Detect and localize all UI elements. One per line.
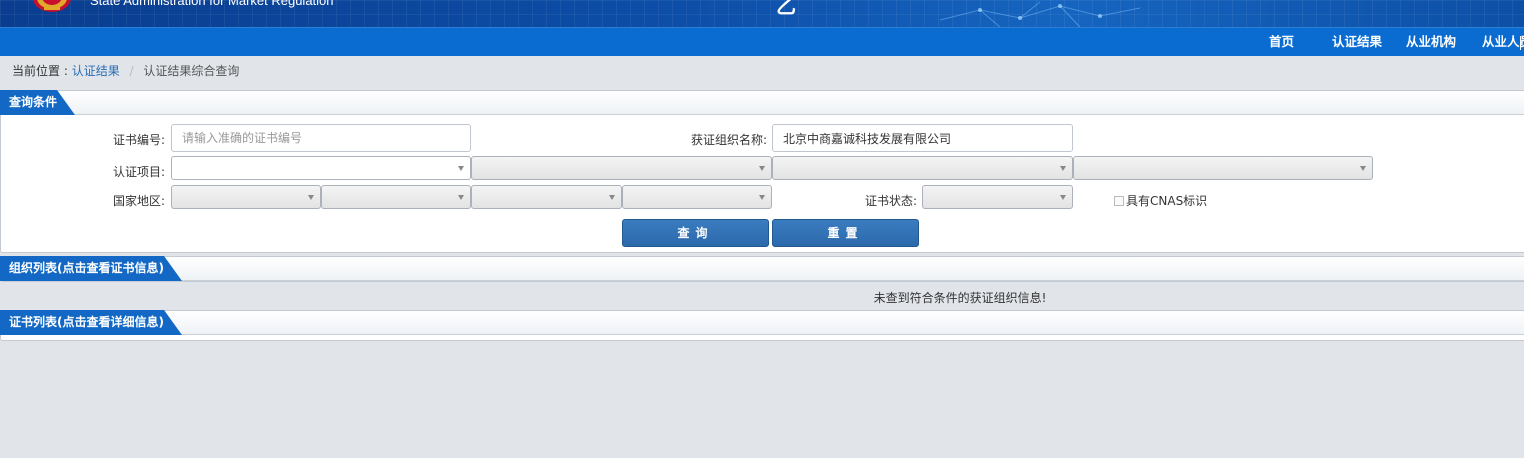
chevron-down-icon — [458, 195, 464, 200]
query-panel-header: 查询条件 — [0, 90, 1524, 115]
agency-name-en: State Administration for Market Regulati… — [90, 0, 334, 8]
org-empty-message: 未查到符合条件的获证组织信息! — [873, 291, 1047, 305]
chevron-down-icon — [1060, 166, 1066, 171]
region-select-2[interactable] — [321, 185, 471, 209]
region-select-1[interactable] — [171, 185, 321, 209]
status-label: 证书状态: — [865, 194, 918, 208]
breadcrumb: 当前位置 : 认证结果 / 认证结果综合查询 — [12, 62, 239, 79]
project-select-4[interactable] — [1073, 156, 1373, 180]
org-list-title: 组织列表(点击查看证书信息) — [0, 256, 182, 281]
site-banner: State Administration for Market Regulati… — [0, 0, 1524, 27]
region-select-3[interactable] — [471, 185, 622, 209]
nav-cert-results[interactable]: 认证结果 — [1332, 28, 1382, 56]
project-select-2[interactable] — [471, 156, 772, 180]
cert-list-panel: 证书列表(点击查看详细信息) — [0, 310, 1524, 341]
breadcrumb-separator: / — [129, 64, 134, 78]
cert-no-label: 证书编号: — [113, 133, 166, 147]
cert-list-title: 证书列表(点击查看详细信息) — [0, 310, 182, 335]
org-name-input[interactable] — [772, 124, 1073, 152]
chevron-down-icon — [1060, 195, 1066, 200]
nav-home[interactable]: 首页 — [1269, 28, 1294, 56]
national-emblem-icon — [33, 0, 71, 12]
breadcrumb-prefix: 当前位置 : — [12, 64, 68, 78]
status-select[interactable] — [922, 185, 1073, 209]
project-label: 认证项目: — [113, 165, 166, 179]
project-select-1[interactable] — [171, 156, 471, 180]
cert-no-input[interactable] — [171, 124, 471, 152]
nav-practitioners[interactable]: 从业人员 — [1482, 28, 1524, 56]
site-title-fragment: 乙 — [776, 0, 796, 18]
chevron-down-icon — [759, 166, 765, 171]
cnas-checkbox-label: 具有CNAS标识 — [1126, 194, 1208, 208]
breadcrumb-current: 认证结果综合查询 — [143, 64, 240, 78]
cert-list-header: 证书列表(点击查看详细信息) — [0, 310, 1524, 335]
main-navbar: 首页 认证结果 从业机构 从业人员 — [0, 27, 1524, 56]
search-button[interactable]: 查询 — [622, 219, 769, 247]
nav-divider — [1520, 36, 1521, 50]
region-label: 国家地区: — [113, 194, 166, 208]
chevron-down-icon — [1360, 166, 1366, 171]
org-list-panel: 组织列表(点击查看证书信息) — [0, 256, 1524, 282]
chevron-down-icon — [308, 195, 314, 200]
project-select-3[interactable] — [772, 156, 1073, 180]
chevron-down-icon — [458, 166, 464, 171]
query-panel-title: 查询条件 — [0, 90, 76, 115]
reset-button[interactable]: 重置 — [772, 219, 919, 247]
chevron-down-icon — [609, 195, 615, 200]
org-list-header: 组织列表(点击查看证书信息) — [0, 256, 1524, 281]
cnas-checkbox[interactable] — [1114, 196, 1124, 206]
nav-institutions[interactable]: 从业机构 — [1406, 28, 1456, 56]
breadcrumb-link-cert-results[interactable]: 认证结果 — [72, 64, 120, 78]
chevron-down-icon — [759, 195, 765, 200]
network-decoration — [939, 1, 1141, 27]
region-select-4[interactable] — [622, 185, 772, 209]
org-name-label: 获证组织名称: — [691, 133, 768, 147]
cnas-checkbox-wrap[interactable]: 具有CNAS标识 — [1114, 192, 1207, 209]
